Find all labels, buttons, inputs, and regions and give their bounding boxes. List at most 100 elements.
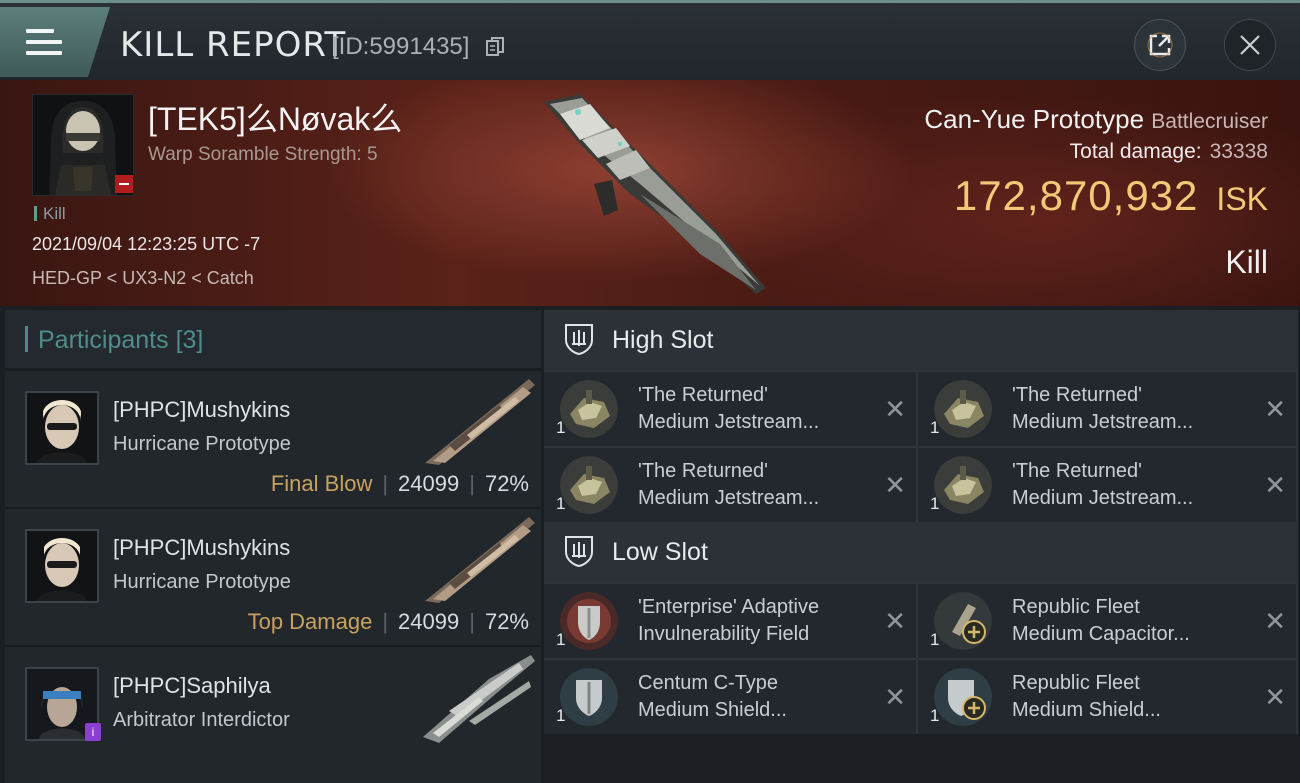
module-name-line1: Centum C-Type bbox=[638, 672, 779, 694]
module-quantity: 1 bbox=[556, 630, 566, 649]
invulnerability-field-icon bbox=[560, 592, 618, 650]
close-button[interactable] bbox=[1224, 19, 1276, 71]
shield-module-icon bbox=[560, 668, 618, 726]
verified-badge-icon: i bbox=[85, 723, 101, 741]
module-name: 'The Returned' Medium Jetstream... bbox=[638, 382, 819, 436]
module-name-line1: 'Enterprise' Adaptive bbox=[638, 596, 820, 618]
share-button[interactable] bbox=[1134, 19, 1186, 71]
participants-count: [3] bbox=[175, 326, 204, 354]
stat-separator: | bbox=[469, 609, 475, 634]
module-quantity: 1 bbox=[556, 494, 566, 513]
participant-avatar[interactable] bbox=[25, 391, 99, 465]
victim-ship-name[interactable]: Can-Yue Prototype bbox=[924, 104, 1144, 134]
jetstream-module-icon bbox=[560, 380, 618, 438]
module-quantity: 1 bbox=[930, 630, 940, 649]
isk-value: 172,870,932 bbox=[953, 172, 1199, 219]
jetstream-module-icon bbox=[934, 380, 992, 438]
close-icon bbox=[1240, 35, 1260, 55]
total-damage-line: Total damage: 33338 bbox=[1070, 140, 1268, 164]
high-slot-modules: 1 'The Returned' Medium Jetstream... ✕ 1 … bbox=[544, 370, 1298, 522]
victim-name[interactable]: [TEK5]么Nøvak么 bbox=[148, 94, 402, 140]
low-slot-icon bbox=[565, 536, 593, 568]
participant-row[interactable]: [PHPC]Mushykins Hurricane Prototype Fina… bbox=[5, 369, 541, 507]
module-name-line2: Medium Capacitor... bbox=[1012, 623, 1190, 645]
hamburger-menu-icon bbox=[26, 29, 62, 57]
remove-module-icon[interactable]: ✕ bbox=[1264, 682, 1286, 713]
module-name: 'The Returned' Medium Jetstream... bbox=[1012, 458, 1193, 512]
participant-percent: 72% bbox=[484, 471, 529, 496]
participant-portrait-image bbox=[27, 531, 97, 601]
module-item[interactable]: 1 Republic Fleet Medium Shield... ✕ bbox=[918, 658, 1298, 734]
kill-type-tag: Kill bbox=[34, 204, 66, 224]
module-item[interactable]: 1 'The Returned' Medium Jetstream... ✕ bbox=[918, 446, 1298, 522]
remove-module-icon[interactable]: ✕ bbox=[1264, 606, 1286, 637]
participants-label: Participants bbox=[38, 326, 169, 354]
participant-damage: 24099 bbox=[398, 471, 460, 496]
participant-ship-image bbox=[425, 517, 535, 603]
module-name-line2: Medium Jetstream... bbox=[1012, 411, 1194, 433]
participant-tag: Final Blow bbox=[270, 471, 373, 496]
menu-button[interactable] bbox=[0, 7, 110, 77]
module-item[interactable]: 1 Centum C-Type Medium Shield... ✕ bbox=[544, 658, 918, 734]
module-name: 'The Returned' Medium Jetstream... bbox=[638, 458, 819, 512]
remove-module-icon[interactable]: ✕ bbox=[884, 606, 906, 637]
module-name-line1: Republic Fleet bbox=[1012, 672, 1140, 694]
module-quantity: 1 bbox=[930, 418, 940, 437]
module-name: Republic Fleet Medium Capacitor... bbox=[1012, 594, 1190, 648]
victim-ship-line: Can-Yue Prototype Battlecruiser bbox=[924, 104, 1268, 135]
header-marker-icon bbox=[25, 326, 28, 352]
share-icon bbox=[1147, 32, 1173, 58]
kill-location[interactable]: HED-GP < UX3-N2 < Catch bbox=[32, 268, 254, 289]
copy-icon[interactable] bbox=[486, 37, 504, 57]
module-name-line2: Medium Jetstream... bbox=[638, 487, 820, 509]
participant-row[interactable]: i [PHPC]Saphilya Arbitrator Interdictor bbox=[5, 645, 541, 783]
module-name-line1: Republic Fleet bbox=[1012, 596, 1140, 618]
high-slot-label: High Slot bbox=[612, 326, 714, 354]
module-name-line2: Medium Shield... bbox=[1012, 699, 1161, 721]
module-item[interactable]: 1 'The Returned' Medium Jetstream... ✕ bbox=[544, 446, 918, 522]
module-name-line2: Medium Jetstream... bbox=[638, 411, 820, 433]
module-name-line2: Medium Shield... bbox=[638, 699, 787, 721]
participant-avatar[interactable] bbox=[25, 529, 99, 603]
low-slot-modules: 1 'Enterprise' Adaptive Invulnerability F… bbox=[544, 582, 1298, 734]
participant-stats: Final Blow | 24099 | 72% bbox=[271, 471, 529, 497]
high-slot-icon bbox=[565, 324, 593, 356]
remove-module-icon[interactable]: ✕ bbox=[884, 682, 906, 713]
module-quantity: 1 bbox=[556, 706, 566, 725]
remove-module-icon[interactable]: ✕ bbox=[1264, 470, 1286, 501]
victim-ship-image bbox=[544, 94, 766, 294]
remove-module-icon[interactable]: ✕ bbox=[1264, 394, 1286, 425]
module-item[interactable]: 1 'Enterprise' Adaptive Invulnerability F… bbox=[544, 582, 918, 658]
module-item[interactable]: 1 'The Returned' Medium Jetstream... ✕ bbox=[544, 370, 918, 446]
module-name-line1: 'The Returned' bbox=[1012, 384, 1142, 406]
participant-name: [PHPC]Mushykins bbox=[113, 397, 291, 422]
participant-ship: Arbitrator Interdictor bbox=[113, 709, 290, 731]
module-quantity: 1 bbox=[930, 494, 940, 513]
remove-module-icon[interactable]: ✕ bbox=[884, 394, 906, 425]
participant-percent: 72% bbox=[484, 609, 529, 634]
total-damage-label: Total damage: bbox=[1069, 140, 1202, 163]
participant-name: [PHPC]Saphilya bbox=[113, 673, 271, 698]
participants-header[interactable]: Participants [3] bbox=[5, 310, 541, 369]
module-item[interactable]: 1 Republic Fleet Medium Capacitor... ✕ bbox=[918, 582, 1298, 658]
kill-banner: [TEK5]么Nøvak么 Warp Soramble Strength: 5 … bbox=[0, 80, 1300, 306]
module-name-line1: 'The Returned' bbox=[638, 384, 768, 406]
remove-module-icon[interactable]: ✕ bbox=[884, 470, 906, 501]
module-name-line2: Invulnerability Field bbox=[638, 623, 810, 645]
stat-separator: | bbox=[382, 471, 389, 496]
kill-tag-label: Kill bbox=[43, 204, 66, 223]
victim-ship-class: Battlecruiser bbox=[1151, 110, 1268, 133]
isk-unit: ISK bbox=[1216, 181, 1268, 217]
shield-module-icon bbox=[934, 668, 992, 726]
module-quantity: 1 bbox=[930, 706, 940, 725]
stat-separator: | bbox=[469, 471, 475, 496]
module-quantity: 1 bbox=[556, 418, 566, 437]
participant-tag: Top Damage bbox=[247, 609, 373, 634]
isk-value-line: 172,870,932 ISK bbox=[954, 172, 1268, 220]
low-slot-label: Low Slot bbox=[612, 538, 708, 566]
module-item[interactable]: 1 'The Returned' Medium Jetstream... ✕ bbox=[918, 370, 1298, 446]
corp-badge-icon bbox=[115, 175, 133, 193]
participant-row[interactable]: [PHPC]Mushykins Hurricane Prototype Top … bbox=[5, 507, 541, 645]
warp-scramble-strength: Warp Soramble Strength: 5 bbox=[148, 144, 378, 165]
module-name-line2: Medium Jetstream... bbox=[1012, 487, 1194, 509]
